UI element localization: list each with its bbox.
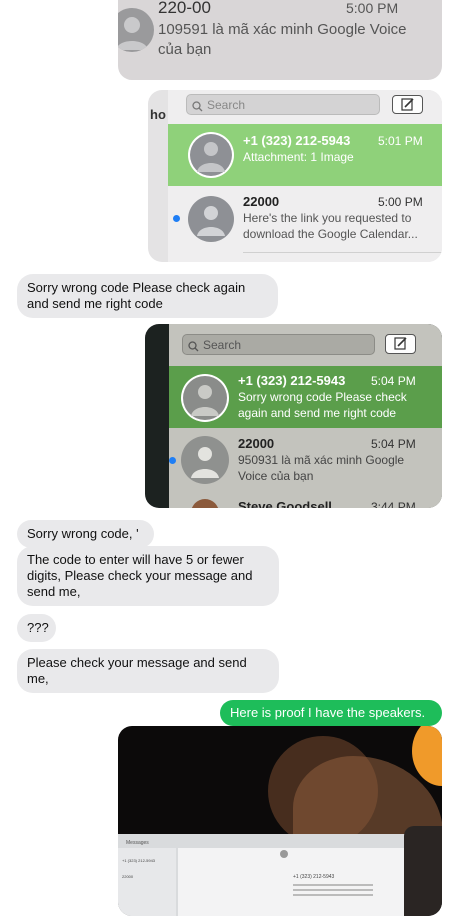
contact-name: Steve Goodsell	[238, 499, 332, 508]
compose-icon	[401, 98, 414, 111]
tablet-row: +1 (323) 212-5943	[122, 858, 156, 863]
incoming-message: Please check your message and send me,	[17, 649, 279, 693]
tablet-content	[178, 848, 408, 916]
tablet-row: 22000	[122, 874, 134, 879]
screenshot-image-2: ho Search +1 (323) 212-5943 5:01 PM Atta…	[148, 90, 442, 262]
photo-image: Messages +1 (323) 212-5943 22000 +1 (323…	[118, 726, 442, 916]
message-time: 5:04 PM	[371, 374, 416, 388]
message-preview: Here's the link you requested to downloa…	[243, 211, 418, 241]
contact-avatar	[118, 8, 154, 52]
message-time: 3:44 PM	[371, 500, 416, 508]
compose-button[interactable]	[385, 334, 416, 354]
search-icon	[188, 339, 199, 357]
incoming-message: Sorry wrong code, '	[17, 520, 154, 548]
conversation-row[interactable]: +1 (323) 212-5943 5:01 PM Attachment: 1 …	[168, 124, 442, 186]
tablet-preview-lines	[293, 884, 373, 898]
sidebar-label: ho	[150, 107, 166, 122]
contact-name: +1 (323) 212-5943	[243, 133, 351, 148]
lamp-glow	[412, 726, 442, 786]
contact-name: 22000	[243, 194, 280, 209]
list-pane: Search +1 (323) 212-5943 5:01 PM Attachm…	[168, 90, 442, 262]
conversation-row[interactable]: 22000 5:00 PM Here's the link you reques…	[168, 186, 442, 252]
list-pane: Search +1 (323) 212-5943 5:04 PM Sorry w…	[169, 324, 442, 508]
search-icon	[192, 99, 203, 117]
conversation-row[interactable]: +1 (323) 212-5943 5:04 PM Sorry wrong co…	[169, 366, 442, 428]
incoming-message: Sorry wrong code Please check again and …	[17, 274, 278, 318]
tablet-row: +1 (323) 212-5943	[293, 874, 335, 880]
outgoing-message: Here is proof I have the speakers.	[220, 700, 442, 726]
message-time: 5:01 PM	[378, 134, 423, 148]
message-preview: Sorry wrong code Please check again and …	[238, 390, 407, 420]
conversation-row[interactable]: 22000 5:04 PM 950931 là mã xác minh Goog…	[169, 428, 442, 496]
compose-icon	[394, 337, 407, 350]
tablet-app-label: Messages	[126, 840, 149, 846]
unread-indicator	[173, 215, 180, 222]
screenshot-image-1: 220-00 5:00 PM 109591 là mã xác minh Goo…	[118, 0, 442, 80]
contact-avatar	[181, 436, 229, 484]
contact-name: 220-00	[158, 0, 211, 17]
message-time: 5:00 PM	[378, 195, 423, 209]
contact-name: 22000	[238, 436, 275, 451]
message-preview: 109591 là mã xác minh Google Voice của b…	[158, 21, 407, 58]
search-field[interactable]: Search	[186, 94, 380, 115]
message-preview: Attachment: 1 Image	[243, 150, 354, 164]
contact-avatar	[191, 499, 219, 508]
screenshot-image-3: Search +1 (323) 212-5943 5:04 PM Sorry w…	[145, 324, 442, 508]
conversation-row[interactable]: Steve Goodsell 3:44 PM	[169, 496, 442, 508]
unread-indicator	[169, 457, 176, 464]
contact-name: +1 (323) 212-5943	[238, 373, 346, 388]
tablet-avatar	[280, 850, 288, 858]
message-time: 5:00 PM	[346, 0, 399, 16]
incoming-message: ???	[17, 614, 56, 642]
message-preview: 950931 là mã xác minh Google Voice của b…	[238, 453, 405, 483]
compose-button[interactable]	[392, 95, 423, 114]
contact-avatar	[181, 374, 229, 422]
contact-avatar	[188, 196, 234, 242]
row-divider	[243, 252, 442, 253]
search-field[interactable]: Search	[182, 334, 375, 355]
incoming-message: The code to enter will have 5 or fewer d…	[17, 546, 279, 606]
contact-avatar	[188, 132, 234, 178]
tablet-bezel	[404, 826, 442, 916]
message-time: 5:04 PM	[371, 437, 416, 451]
